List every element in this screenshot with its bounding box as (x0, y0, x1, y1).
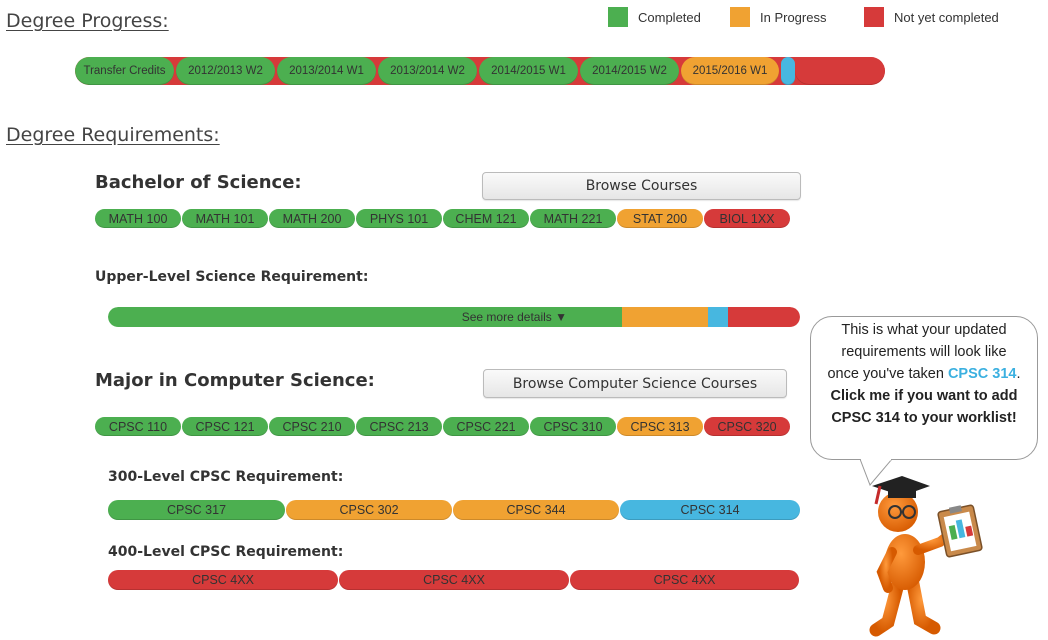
legend-in-progress-label: In Progress (760, 9, 827, 25)
bsc-heading: Bachelor of Science: (95, 172, 302, 193)
term-segment[interactable]: 2013/2014 W1 (277, 57, 376, 85)
degree-progress-bar: Transfer Credits 2012/2013 W2 2013/2014 … (75, 57, 885, 87)
course-pill[interactable]: BIOL 1XX (704, 209, 790, 228)
course-pill[interactable]: CPSC 210 (269, 417, 355, 436)
cpsc400-row: CPSC 4XX CPSC 4XX CPSC 4XX (108, 570, 800, 590)
browse-cs-courses-button[interactable]: Browse Computer Science Courses (483, 369, 787, 398)
term-segment[interactable]: 2013/2014 W2 (378, 57, 477, 85)
callout-line-5: CPSC 314 to your worklist! (831, 410, 1017, 426)
completed-swatch (608, 7, 628, 27)
course-pill[interactable]: CPSC 4XX (108, 570, 338, 590)
not-completed-swatch (864, 7, 884, 27)
course-pill[interactable]: CPSC 110 (95, 417, 181, 436)
course-pill[interactable]: CPSC 302 (286, 500, 452, 520)
course-pill[interactable]: CPSC 4XX (570, 570, 799, 590)
cpsc300-row: CPSC 317 CPSC 302 CPSC 344 CPSC 314 (108, 500, 801, 520)
course-pill[interactable]: CPSC 221 (443, 417, 529, 436)
term-segment[interactable]: 2012/2013 W2 (176, 57, 275, 85)
legend-completed: Completed (608, 7, 701, 27)
callout-course-name: CPSC 314 (947, 366, 1017, 382)
course-pill[interactable]: CPSC 344 (453, 500, 619, 520)
course-pill[interactable]: STAT 200 (617, 209, 703, 228)
callout-line-4: Click me if you want to add (830, 388, 1018, 404)
legend-not-completed-label: Not yet completed (894, 9, 999, 25)
major-course-row: CPSC 110 CPSC 121 CPSC 210 CPSC 213 CPSC… (95, 417, 791, 436)
callout-line-3: once you've taken CPSC 314. (811, 363, 1037, 385)
callout-line-2: requirements will look like (841, 344, 1007, 360)
course-pill[interactable]: CPSC 310 (530, 417, 616, 436)
course-pill[interactable]: CPSC 317 (108, 500, 285, 520)
upper-level-heading: Upper-Level Science Requirement: (95, 269, 369, 285)
upper-level-in-progress (622, 307, 708, 327)
callout-line-3-prefix: once you've taken (827, 366, 948, 382)
browse-courses-button[interactable]: Browse Courses (482, 172, 801, 200)
upper-level-completed: See more details ▼ (108, 307, 622, 327)
major-heading: Major in Computer Science: (95, 370, 375, 391)
course-pill[interactable]: MATH 100 (95, 209, 181, 228)
course-pill[interactable]: CPSC 313 (617, 417, 703, 436)
upper-level-remaining (728, 307, 800, 327)
callout-line-3-suffix: . (1016, 366, 1021, 382)
course-pill[interactable]: CPSC 213 (356, 417, 442, 436)
course-pill[interactable]: CPSC 121 (182, 417, 268, 436)
course-pill-highlighted[interactable]: CPSC 314 (620, 500, 800, 520)
term-segment[interactable]: 2014/2015 W2 (580, 57, 679, 85)
term-segment[interactable]: 2015/2016 W1 (681, 57, 779, 85)
legend-in-progress: In Progress (730, 7, 826, 27)
graduate-mascot-icon[interactable] (858, 472, 988, 637)
see-more-details-link[interactable]: See more details ▼ (462, 310, 567, 324)
planned-segment (781, 57, 795, 85)
course-pill[interactable]: PHYS 101 (356, 209, 442, 228)
callout-line-1: This is what your updated (841, 322, 1007, 338)
course-pill[interactable]: CPSC 320 (704, 417, 790, 436)
remaining-segment (795, 57, 885, 85)
degree-requirements-title: Degree Requirements: (6, 124, 220, 146)
cpsc400-heading: 400-Level CPSC Requirement: (108, 544, 344, 560)
course-pill[interactable]: CHEM 121 (443, 209, 529, 228)
term-segment[interactable]: Transfer Credits (75, 57, 174, 85)
course-pill[interactable]: CPSC 4XX (339, 570, 569, 590)
in-progress-swatch (730, 7, 750, 27)
course-pill[interactable]: MATH 221 (530, 209, 616, 228)
legend-completed-label: Completed (638, 9, 701, 25)
cpsc300-heading: 300-Level CPSC Requirement: (108, 469, 344, 485)
degree-progress-title: Degree Progress: (6, 10, 169, 32)
term-segment[interactable]: 2014/2015 W1 (479, 57, 578, 85)
upper-level-planned (708, 307, 728, 327)
upper-level-bar[interactable]: See more details ▼ (108, 307, 800, 327)
course-pill[interactable]: MATH 200 (269, 209, 355, 228)
course-pill[interactable]: MATH 101 (182, 209, 268, 228)
legend-not-completed: Not yet completed (864, 7, 999, 27)
bsc-course-row: MATH 100 MATH 101 MATH 200 PHYS 101 CHEM… (95, 209, 791, 228)
callout-bubble[interactable]: This is what your updated requirements w… (810, 316, 1038, 460)
